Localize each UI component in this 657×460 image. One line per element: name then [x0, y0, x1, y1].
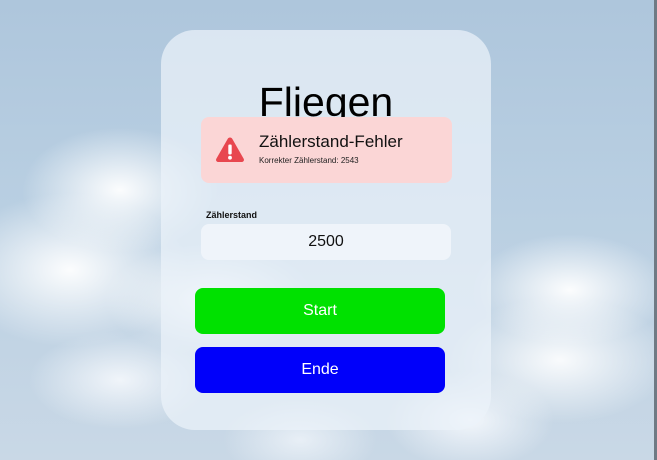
app-screen: { "page": { "title": "Fliegen" }, "alert… [0, 0, 657, 460]
start-button[interactable]: Start [195, 288, 445, 334]
counter-field-label: Zählerstand [206, 210, 258, 220]
error-alert: Zählerstand-Fehler Korrekter Zählerstand… [201, 117, 452, 183]
counter-input[interactable] [201, 224, 451, 260]
warning-triangle-icon [216, 137, 244, 162]
alert-title: Zählerstand-Fehler [259, 132, 403, 151]
alert-message: Korrekter Zählerstand: 2543 [259, 156, 359, 165]
end-button[interactable]: Ende [195, 347, 445, 393]
